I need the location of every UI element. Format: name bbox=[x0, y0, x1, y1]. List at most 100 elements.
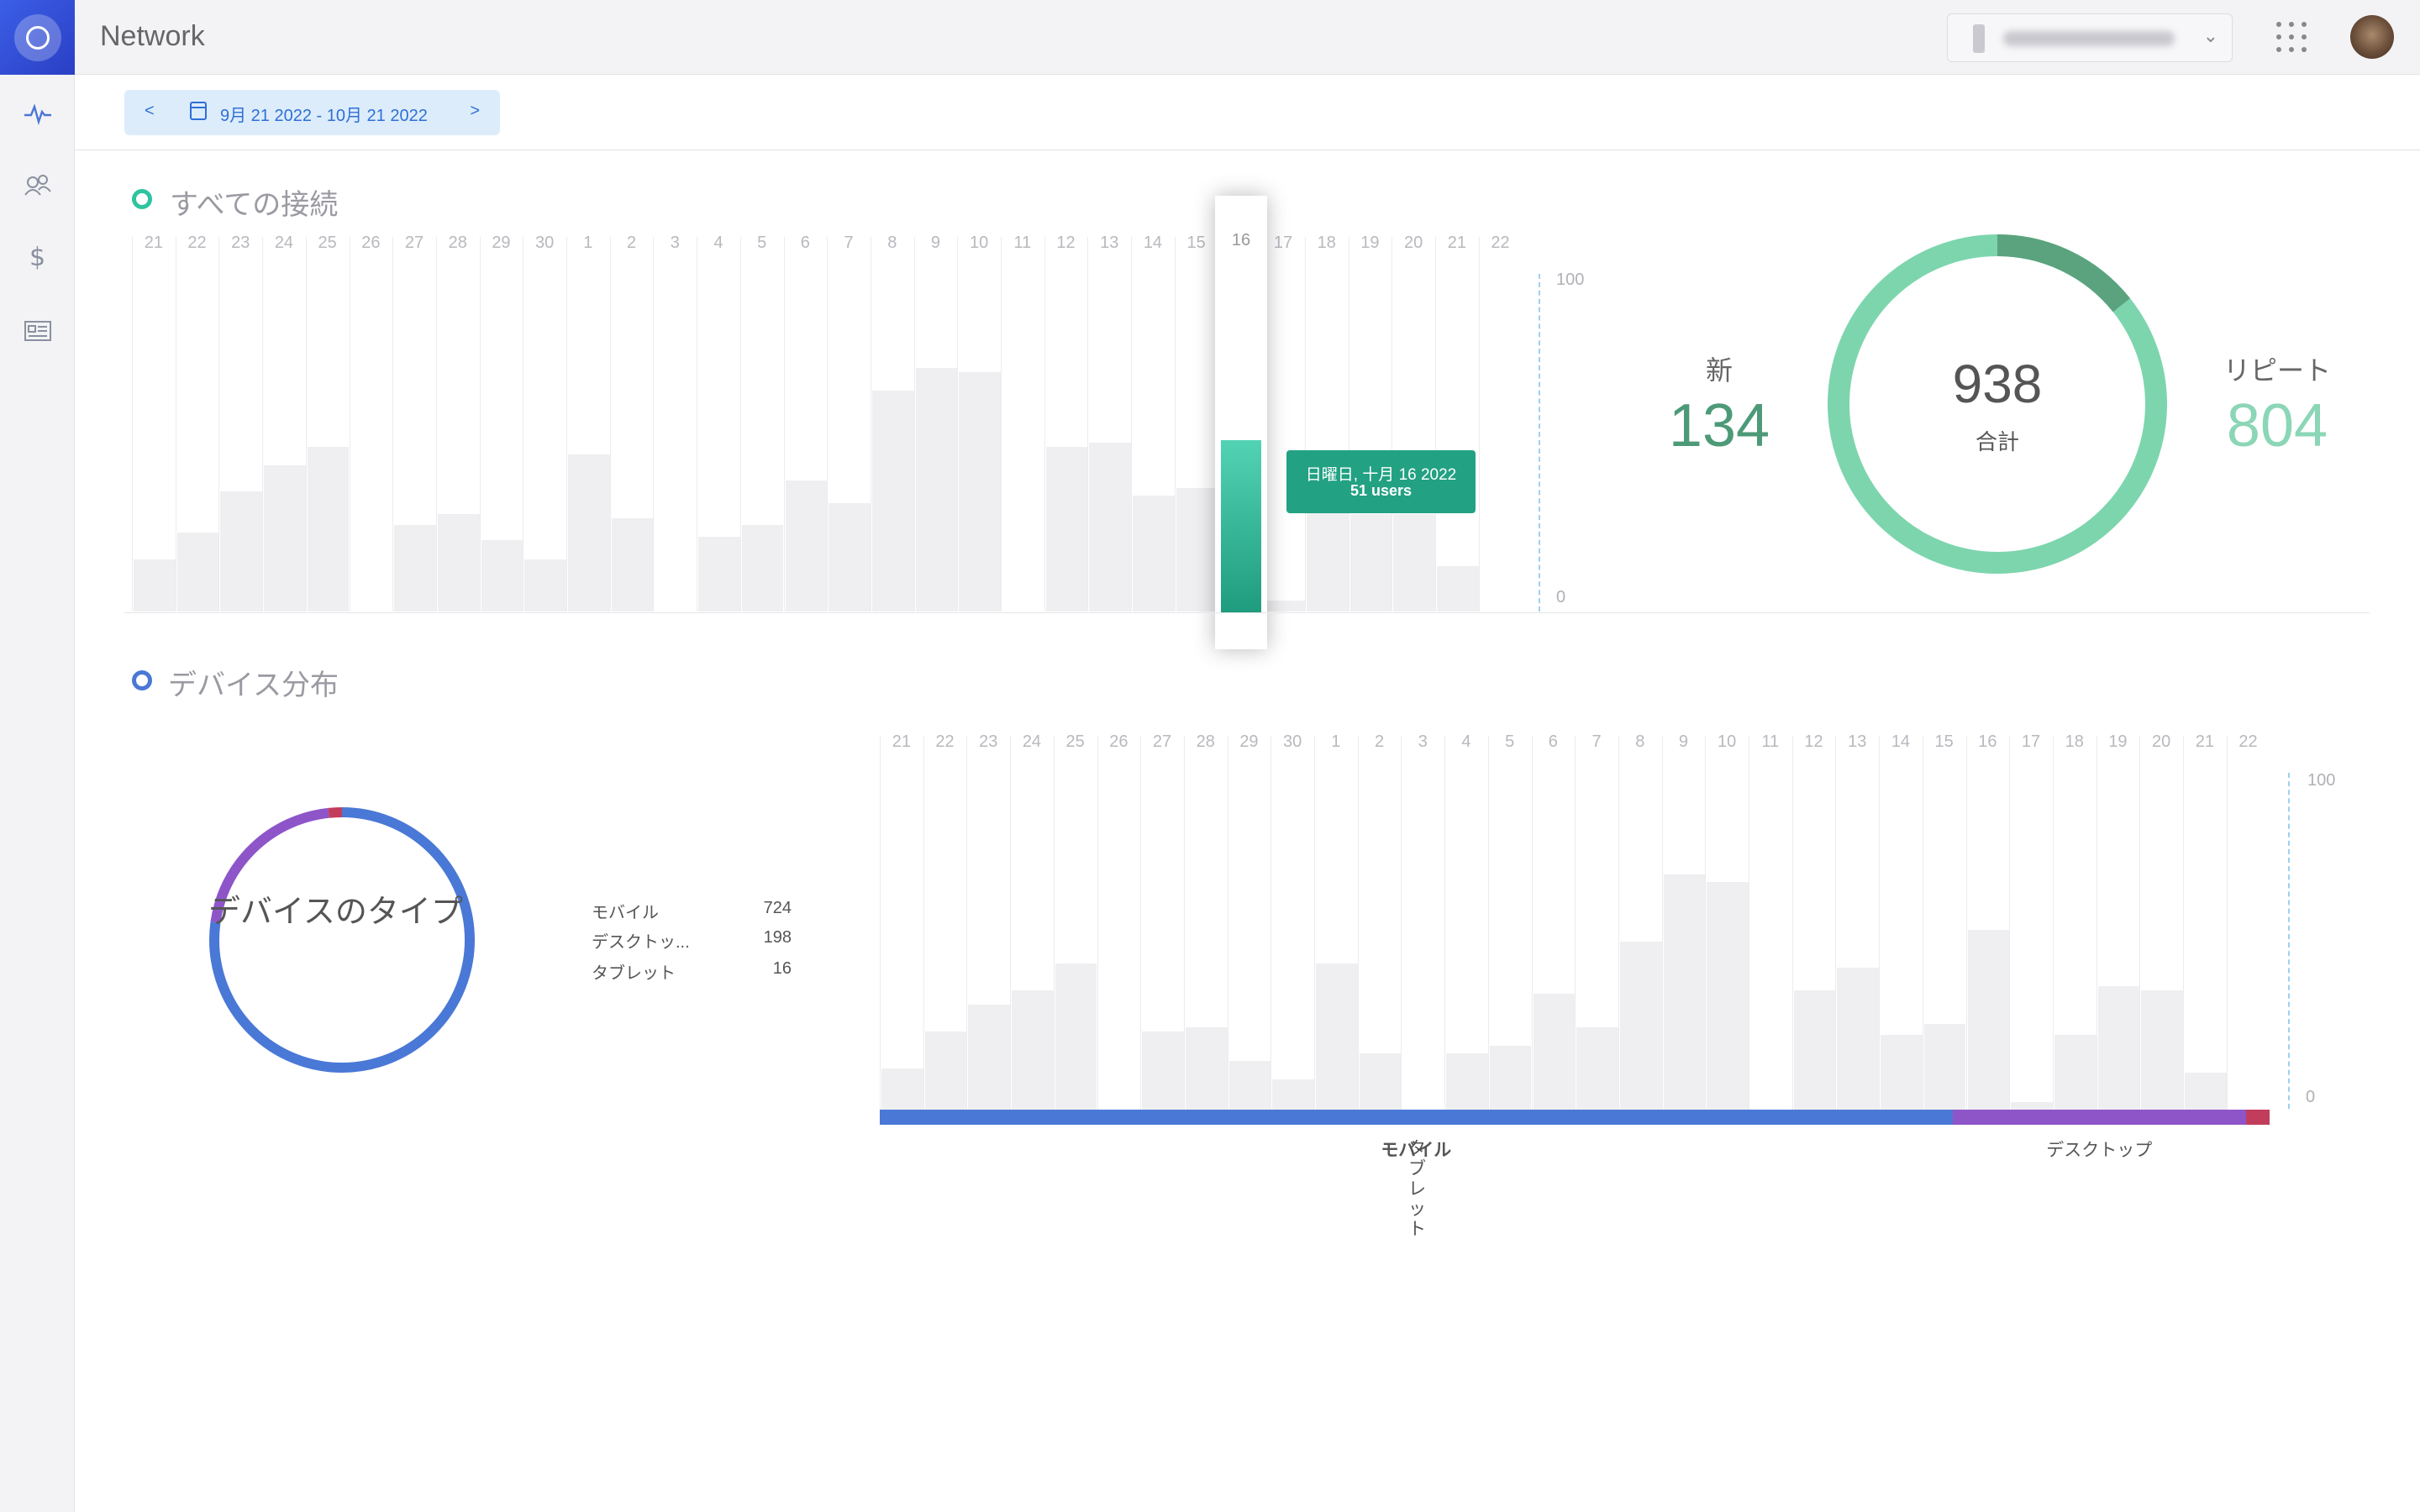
report-icon[interactable] bbox=[0, 306, 75, 356]
highlighted-bar-column[interactable]: 16 bbox=[1215, 196, 1267, 649]
bar[interactable] bbox=[1663, 874, 1706, 1110]
dollar-icon[interactable]: $ bbox=[0, 232, 75, 282]
bar[interactable] bbox=[1837, 967, 1880, 1110]
bar[interactable] bbox=[959, 371, 1001, 612]
bar-column[interactable] bbox=[392, 237, 436, 612]
activity-icon[interactable] bbox=[0, 89, 75, 139]
bar-column[interactable] bbox=[827, 237, 871, 612]
bar[interactable] bbox=[698, 536, 740, 612]
bar-column[interactable] bbox=[566, 237, 610, 612]
prev-range-button[interactable]: < bbox=[145, 102, 155, 121]
bar-column[interactable] bbox=[1965, 736, 2010, 1110]
bar-column[interactable] bbox=[1879, 736, 1923, 1110]
bar[interactable] bbox=[1176, 487, 1218, 612]
bar-column[interactable] bbox=[1044, 237, 1088, 612]
bar[interactable] bbox=[915, 368, 958, 612]
bar[interactable] bbox=[871, 390, 914, 612]
bar[interactable] bbox=[1393, 514, 1435, 612]
bar[interactable] bbox=[2141, 990, 2183, 1110]
bar-column[interactable] bbox=[1392, 237, 1435, 612]
bar-column[interactable] bbox=[349, 237, 393, 612]
app-logo[interactable] bbox=[0, 0, 75, 75]
bar-column[interactable] bbox=[1304, 237, 1349, 612]
bar[interactable] bbox=[1272, 1079, 1314, 1110]
bar-column[interactable] bbox=[2183, 736, 2227, 1110]
bar[interactable] bbox=[1133, 495, 1175, 612]
bar-column[interactable] bbox=[923, 736, 967, 1110]
bar[interactable] bbox=[1263, 600, 1305, 612]
bar[interactable] bbox=[881, 1068, 923, 1110]
date-range-picker[interactable]: < 9月 21 2022 - 10月 21 2022 > bbox=[124, 90, 500, 135]
bar[interactable] bbox=[264, 465, 306, 612]
bar-column[interactable] bbox=[262, 237, 306, 612]
bar-column[interactable] bbox=[739, 237, 784, 612]
bar[interactable] bbox=[568, 454, 610, 612]
bar-column[interactable] bbox=[2139, 736, 2183, 1110]
bar-column[interactable] bbox=[1357, 736, 1402, 1110]
bar[interactable] bbox=[1228, 1061, 1271, 1110]
bar-column[interactable] bbox=[1531, 736, 1576, 1110]
bar-column[interactable] bbox=[783, 237, 828, 612]
bar[interactable] bbox=[481, 540, 523, 612]
bar[interactable] bbox=[1967, 930, 2010, 1110]
bar-column[interactable] bbox=[1261, 237, 1305, 612]
bar[interactable] bbox=[1142, 1031, 1184, 1110]
bar-column[interactable] bbox=[1618, 736, 1662, 1110]
bar-column[interactable] bbox=[1053, 736, 1097, 1110]
bar-column[interactable] bbox=[1270, 736, 1314, 1110]
bar-column[interactable] bbox=[2009, 736, 2053, 1110]
bar[interactable] bbox=[134, 559, 176, 612]
bar[interactable] bbox=[611, 517, 654, 612]
bar-column[interactable] bbox=[913, 237, 958, 612]
bar[interactable] bbox=[307, 446, 350, 612]
bar-column[interactable] bbox=[1001, 237, 1044, 612]
bar-column[interactable] bbox=[1478, 237, 1523, 612]
bar[interactable] bbox=[437, 514, 480, 612]
bar-column[interactable] bbox=[966, 736, 1011, 1110]
bar-column[interactable] bbox=[1314, 736, 1358, 1110]
bar[interactable] bbox=[2185, 1072, 2227, 1110]
bar-column[interactable] bbox=[697, 237, 740, 612]
bar[interactable] bbox=[2097, 986, 2140, 1110]
bar[interactable] bbox=[1012, 990, 1054, 1110]
bar-column[interactable] bbox=[1835, 736, 1880, 1110]
bar-column[interactable] bbox=[880, 736, 923, 1110]
bar-column[interactable] bbox=[1348, 237, 1392, 612]
bar-column[interactable] bbox=[1131, 237, 1175, 612]
bar-column[interactable] bbox=[2226, 736, 2270, 1110]
bar[interactable] bbox=[1619, 941, 1662, 1110]
bar[interactable] bbox=[1359, 1053, 1402, 1110]
bar-column[interactable] bbox=[1922, 736, 1966, 1110]
bar[interactable] bbox=[785, 480, 828, 612]
bar-column[interactable] bbox=[1140, 736, 1184, 1110]
bar[interactable] bbox=[924, 1031, 967, 1110]
next-range-button[interactable]: > bbox=[470, 102, 480, 121]
bar-column[interactable] bbox=[1749, 736, 1792, 1110]
bar[interactable] bbox=[968, 1005, 1011, 1110]
bar-column[interactable] bbox=[305, 237, 350, 612]
bar[interactable] bbox=[1793, 990, 1836, 1110]
bar-column[interactable] bbox=[1791, 736, 1836, 1110]
site-selector[interactable]: ⌄ bbox=[1947, 13, 2233, 62]
bar[interactable] bbox=[829, 502, 871, 612]
bar-column[interactable] bbox=[2096, 736, 2140, 1110]
bar-column[interactable] bbox=[175, 237, 219, 612]
bar[interactable] bbox=[1446, 1053, 1488, 1110]
bar-column[interactable] bbox=[523, 237, 566, 612]
bar[interactable] bbox=[394, 525, 436, 612]
bar[interactable] bbox=[1707, 881, 1749, 1110]
highlighted-bar[interactable] bbox=[1221, 440, 1261, 612]
bar[interactable] bbox=[741, 525, 784, 612]
bar-column[interactable] bbox=[1575, 736, 1618, 1110]
bar-column[interactable] bbox=[1401, 736, 1445, 1110]
device-share-mobile[interactable] bbox=[880, 1110, 1953, 1125]
bar[interactable] bbox=[1089, 443, 1132, 612]
bar[interactable] bbox=[2011, 1102, 2053, 1110]
avatar[interactable] bbox=[2350, 15, 2394, 59]
bar[interactable] bbox=[1045, 446, 1088, 612]
bar-column[interactable] bbox=[1661, 736, 1706, 1110]
device-share-desktop[interactable] bbox=[1952, 1110, 2246, 1125]
bar[interactable] bbox=[176, 533, 219, 612]
bar-column[interactable] bbox=[2052, 736, 2096, 1110]
bar[interactable] bbox=[1306, 502, 1349, 612]
